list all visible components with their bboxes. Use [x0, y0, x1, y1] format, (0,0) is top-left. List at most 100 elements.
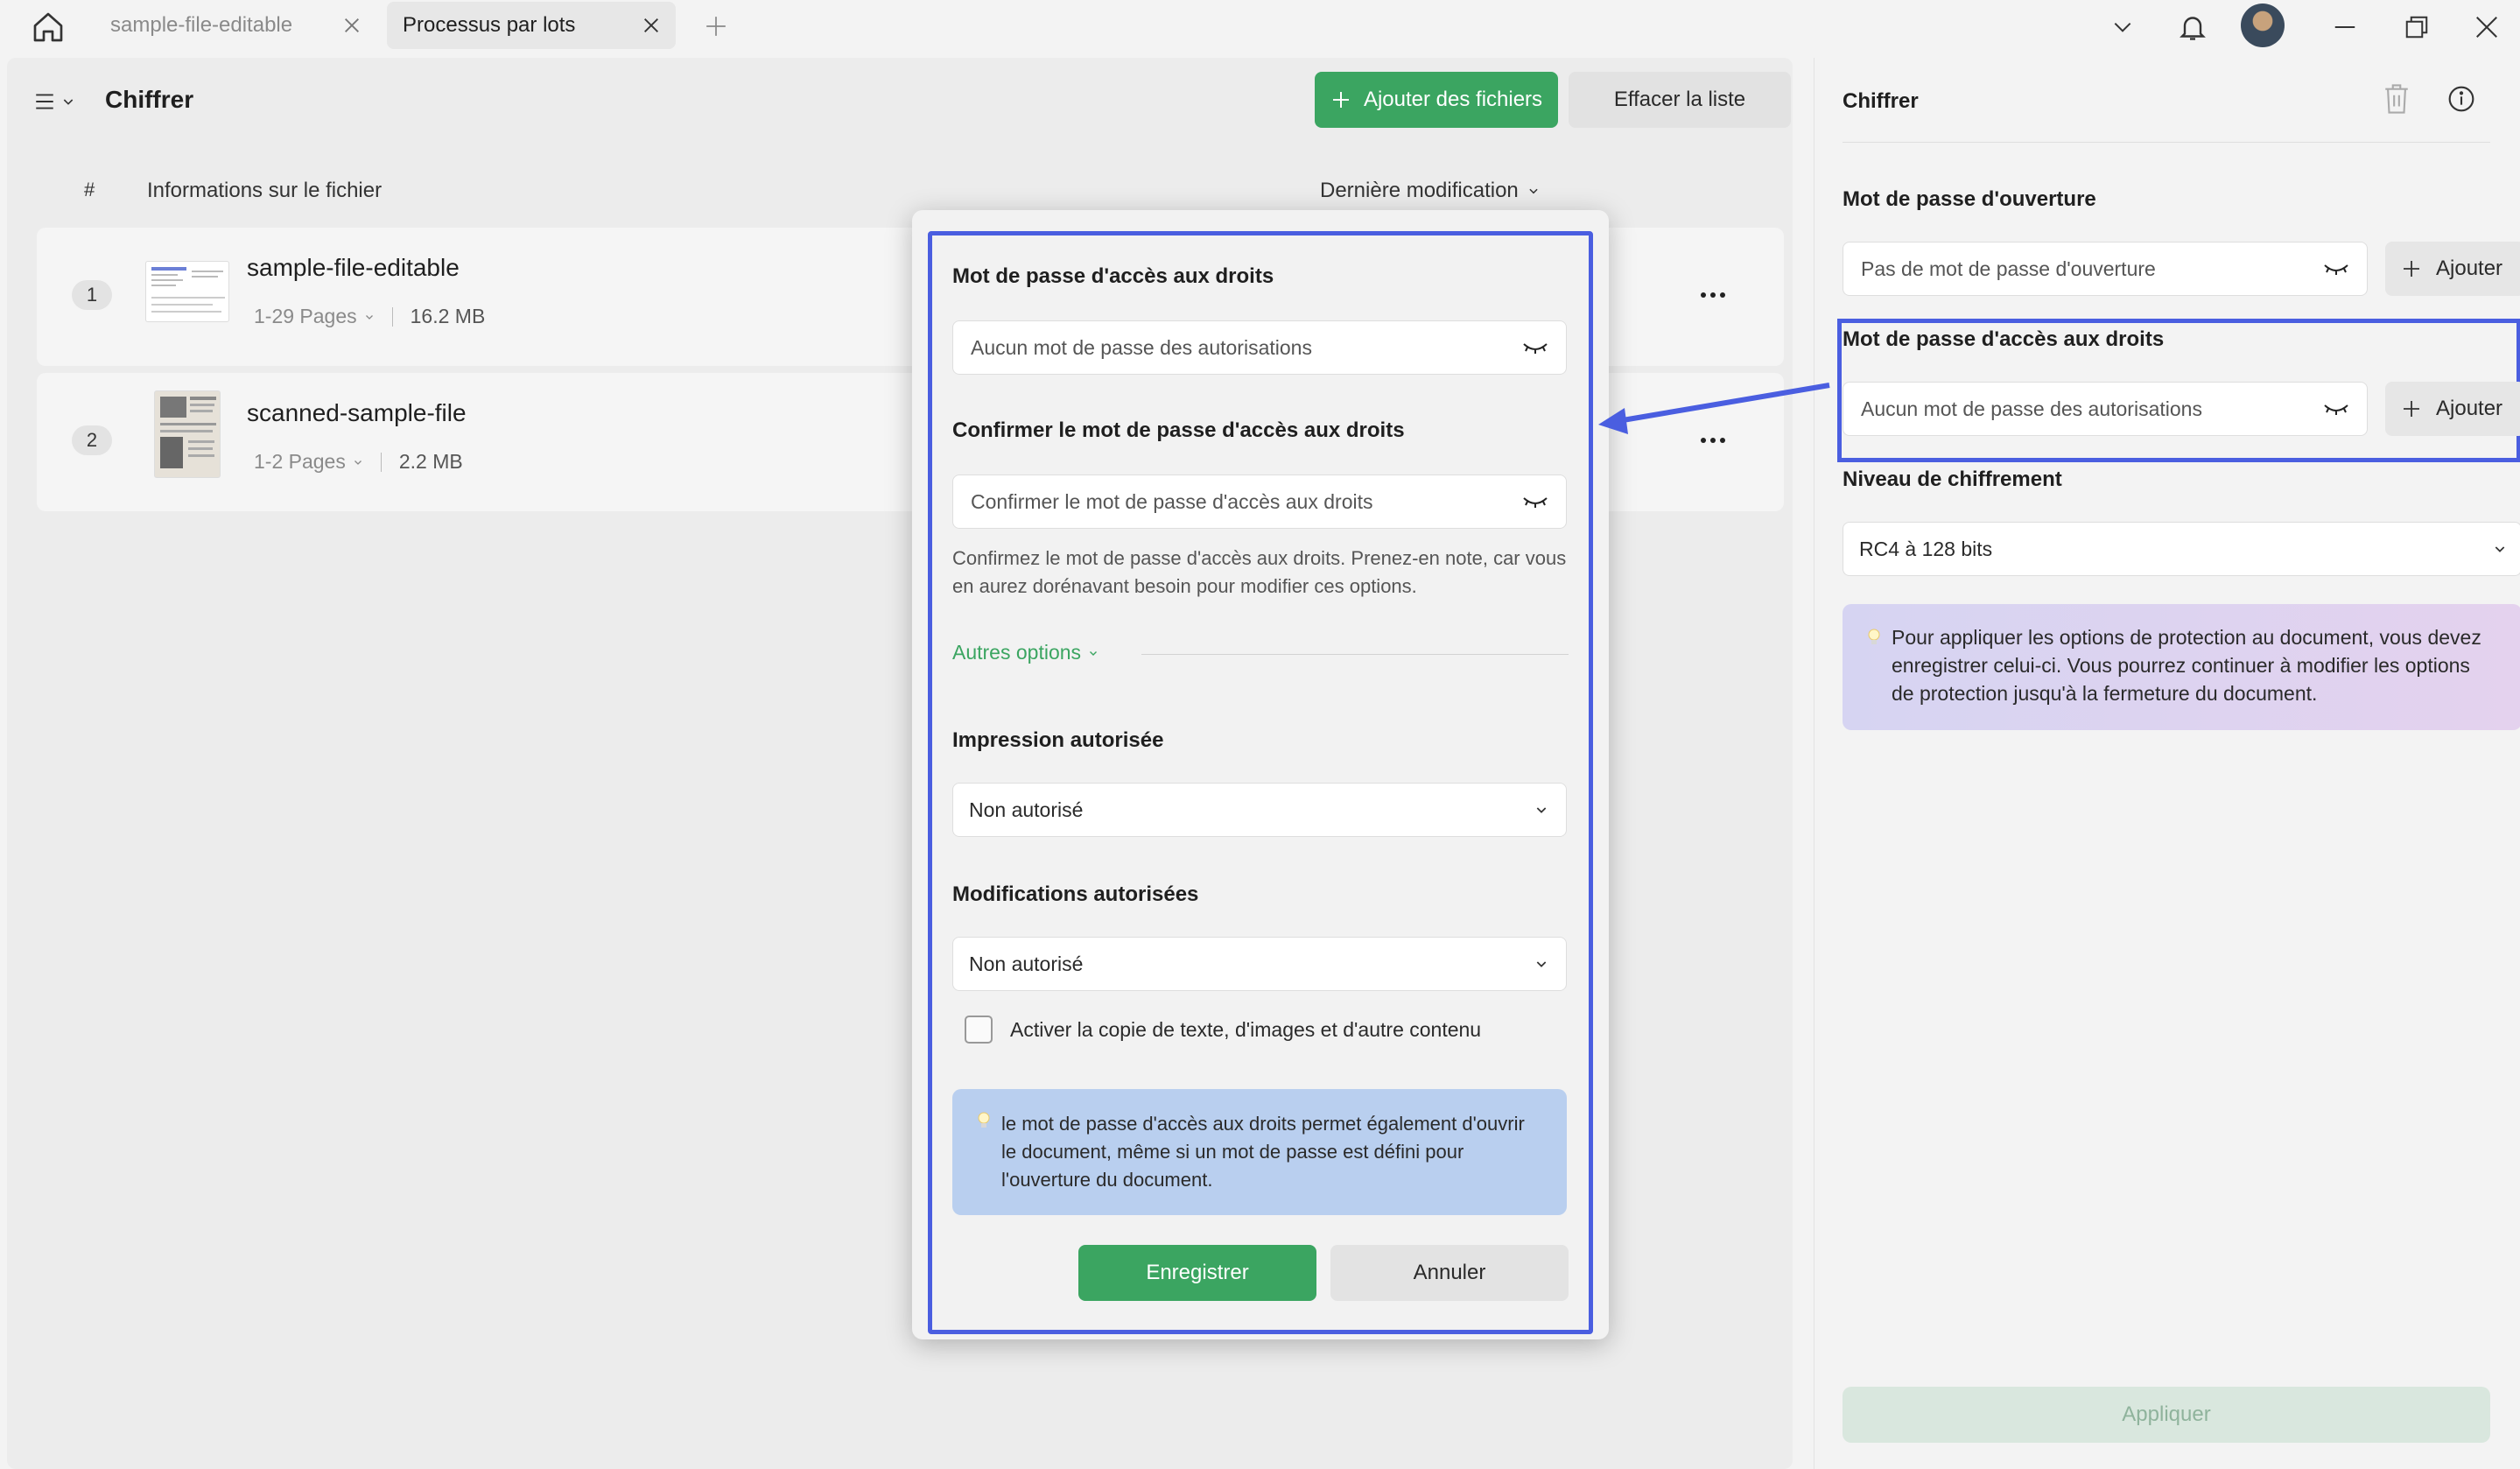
avatar[interactable] — [2241, 4, 2285, 47]
restore-icon[interactable] — [2395, 5, 2439, 49]
encryption-level-select[interactable]: RC4 à 128 bits — [1843, 522, 2520, 576]
add-files-button[interactable]: Ajouter des fichiers — [1315, 72, 1558, 128]
changes-allowed-value: Non autorisé — [969, 952, 1084, 975]
permission-password-placeholder: Aucun mot de passe des autorisations — [1861, 397, 2202, 420]
divider — [1141, 654, 1569, 655]
changes-allowed-select[interactable]: Non autorisé — [952, 937, 1567, 991]
add-open-password-button[interactable]: Ajouter — [2385, 242, 2520, 296]
chevron-down-icon — [1536, 807, 1547, 813]
file-size: 2.2 MB — [398, 450, 463, 473]
tab-label: sample-file-editable — [110, 13, 293, 37]
chevron-down-icon — [354, 460, 362, 465]
more-options-icon[interactable] — [1691, 282, 1735, 308]
column-header-info: Informations sur le fichier — [147, 179, 383, 202]
page-range[interactable]: 1-29 Pages — [254, 305, 357, 328]
save-button[interactable]: Enregistrer — [1078, 1245, 1316, 1301]
chevron-down-icon — [365, 314, 373, 320]
add-files-label: Ajouter des fichiers — [1363, 88, 1543, 111]
more-options-icon[interactable] — [1691, 427, 1735, 453]
protection-note-text: Pour appliquer les options de protection… — [1892, 626, 2481, 705]
open-password-select[interactable]: Pas de mot de passe d'ouverture — [1843, 242, 2368, 296]
lightbulb-icon — [1868, 629, 1880, 644]
close-icon[interactable] — [639, 13, 663, 38]
info-icon[interactable] — [2439, 77, 2483, 121]
chevron-down-icon — [1529, 188, 1538, 194]
file-size: 16.2 MB — [410, 305, 486, 327]
chevron-down-icon — [1536, 961, 1547, 967]
clear-list-button[interactable]: Effacer la liste — [1569, 72, 1791, 128]
printing-allowed-value: Non autorisé — [969, 798, 1084, 821]
permission-password-input[interactable]: Aucun mot de passe des autorisations — [952, 320, 1567, 375]
add-label: Ajouter — [2436, 397, 2503, 420]
apply-button[interactable]: Appliquer — [1843, 1387, 2490, 1443]
confirm-password-label: Confirmer le mot de passe d'accès aux dr… — [952, 418, 1405, 442]
lightbulb-icon — [978, 1112, 990, 1128]
encryption-level-value: RC4 à 128 bits — [1859, 537, 1993, 560]
plus-icon[interactable] — [698, 9, 734, 44]
file-meta: 1-29 Pages 16.2 MB — [254, 305, 485, 328]
divider — [380, 452, 382, 472]
permission-password-label: Mot de passe d'accès aux droits — [1843, 327, 2165, 351]
open-password-label: Mot de passe d'ouverture — [1843, 187, 2096, 211]
divider — [391, 306, 393, 327]
permission-password-dialog: Mot de passe d'accès aux droits Aucun mo… — [912, 210, 1609, 1339]
confirm-password-input[interactable]: Confirmer le mot de passe d'accès aux dr… — [952, 474, 1567, 529]
file-thumbnail — [154, 390, 221, 478]
eye-closed-icon[interactable] — [1522, 494, 1548, 510]
file-name: sample-file-editable — [247, 254, 460, 281]
menu-button[interactable] — [33, 84, 86, 119]
encrypt-sidebar: Chiffrer Mot de passe d'ouverture Pas de… — [1814, 58, 2520, 1469]
tab-sample-file-editable[interactable]: sample-file-editable — [88, 2, 376, 49]
eye-closed-icon[interactable] — [2323, 401, 2349, 417]
chevron-down-icon[interactable] — [2101, 5, 2144, 49]
tab-processus-par-lots[interactable]: Processus par lots — [387, 2, 676, 49]
enable-copy-option: Activer la copie de texte, d'images et d… — [965, 1016, 1481, 1044]
eye-closed-icon[interactable] — [1522, 340, 1548, 355]
chevron-down-icon — [1090, 650, 1098, 656]
permission-password-placeholder: Aucun mot de passe des autorisations — [971, 335, 1312, 359]
changes-allowed-label: Modifications autorisées — [952, 882, 1199, 906]
open-password-placeholder: Pas de mot de passe d'ouverture — [1861, 257, 2156, 280]
confirm-password-placeholder: Confirmer le mot de passe d'accès aux dr… — [971, 489, 1373, 513]
tab-bar: sample-file-editable Processus par lots — [0, 0, 2520, 56]
close-icon[interactable] — [340, 13, 364, 38]
protection-note: Pour appliquer les options de protection… — [1843, 604, 2520, 730]
eye-closed-icon[interactable] — [2323, 261, 2349, 277]
column-header-number: # — [84, 179, 95, 200]
encryption-level-label: Niveau de chiffrement — [1843, 467, 2062, 491]
row-number: 1 — [72, 280, 112, 310]
sort-label: Dernière modification — [1320, 179, 1519, 202]
divider — [1843, 142, 2490, 143]
chevron-down-icon — [63, 99, 74, 105]
home-icon[interactable] — [26, 5, 70, 49]
sort-dropdown[interactable]: Dernière modification — [1320, 179, 1540, 203]
file-meta: 1-2 Pages 2.2 MB — [254, 450, 463, 474]
password-hint: Confirmez le mot de passe d'accès aux dr… — [952, 547, 1567, 597]
enable-copy-checkbox[interactable] — [965, 1016, 993, 1044]
file-thumbnail — [145, 261, 229, 322]
minimize-icon[interactable] — [2323, 5, 2367, 49]
printing-allowed-label: Impression autorisée — [952, 728, 1164, 752]
page-range[interactable]: 1-2 Pages — [254, 450, 346, 474]
add-permission-password-button[interactable]: Ajouter — [2385, 382, 2520, 436]
hamburger-icon — [36, 94, 53, 109]
file-name: scanned-sample-file — [247, 399, 467, 426]
plus-icon — [1332, 92, 1349, 108]
enable-copy-label: Activer la copie de texte, d'images et d… — [1010, 1017, 1482, 1041]
info-text: le mot de passe d'accès aux droits perme… — [1001, 1113, 1525, 1191]
add-label: Ajouter — [2436, 257, 2503, 280]
more-options-label: Autres options — [952, 641, 1082, 664]
page-title: Chiffrer — [105, 86, 194, 113]
permission-password-label: Mot de passe d'accès aux droits — [952, 264, 1274, 288]
chevron-down-icon — [2495, 546, 2505, 552]
permission-password-select[interactable]: Aucun mot de passe des autorisations — [1843, 382, 2368, 436]
cancel-button[interactable]: Annuler — [1330, 1245, 1569, 1301]
info-box: le mot de passe d'accès aux droits perme… — [952, 1089, 1567, 1215]
printing-allowed-select[interactable]: Non autorisé — [952, 783, 1567, 837]
close-window-icon[interactable] — [2465, 5, 2509, 49]
plus-icon — [2404, 261, 2419, 277]
trash-icon[interactable] — [2375, 77, 2418, 121]
sidebar-title: Chiffrer — [1843, 89, 1919, 113]
bell-icon[interactable] — [2171, 5, 2215, 49]
more-options-toggle[interactable]: Autres options — [952, 641, 1099, 664]
